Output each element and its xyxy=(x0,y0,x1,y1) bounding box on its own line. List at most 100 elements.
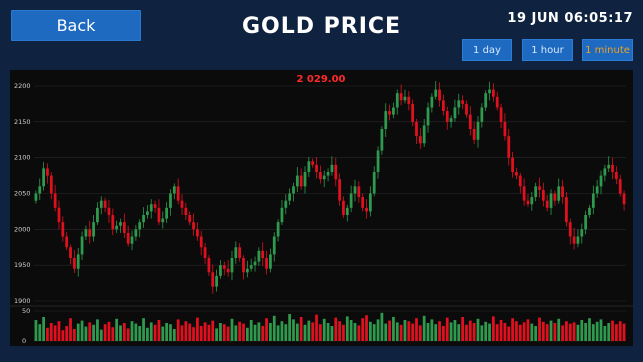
volume-bar xyxy=(80,320,84,341)
volume-bar xyxy=(245,327,249,341)
volume-bar xyxy=(42,317,45,341)
candle-body xyxy=(418,136,422,144)
volume-bar xyxy=(284,324,288,341)
candle-body xyxy=(203,247,207,258)
volume-bar xyxy=(507,326,511,341)
volume-bar xyxy=(65,326,69,341)
candle-body xyxy=(438,89,441,101)
candle-body xyxy=(538,186,541,190)
volume-bar xyxy=(468,320,472,341)
candle-body xyxy=(622,193,626,205)
candle-body xyxy=(372,172,376,194)
volume-bar xyxy=(188,323,192,341)
candle-body xyxy=(96,207,99,223)
volume-bar xyxy=(488,323,491,341)
candle-body xyxy=(461,100,465,104)
volume-bar xyxy=(61,330,65,341)
volume-bar xyxy=(461,317,465,341)
chart-canvas: 1900 1950 2000 2050 2100 2150 2200 0 50 2 029.00 xyxy=(10,74,633,345)
volume-bar xyxy=(472,323,476,341)
candle-body xyxy=(522,186,526,201)
candle-body xyxy=(561,186,564,198)
volume-bar xyxy=(395,322,399,341)
candle-body xyxy=(353,186,357,194)
candle-body xyxy=(618,179,622,194)
volume-bar xyxy=(530,323,534,341)
volume-bar xyxy=(522,322,526,341)
volume-bar xyxy=(126,328,130,341)
candlestick-chart[interactable]: 1900 1950 2000 2050 2100 2150 2200 0 50 2 029.00 xyxy=(10,70,633,346)
candle-body xyxy=(472,129,476,140)
candle-body xyxy=(107,207,111,215)
candle-body xyxy=(84,229,88,237)
candle-body xyxy=(407,96,411,104)
volume-bar xyxy=(365,315,368,341)
candle-body xyxy=(315,164,318,172)
volume-bar xyxy=(211,320,215,341)
volume-bar xyxy=(315,314,318,341)
volume-bar xyxy=(595,321,599,341)
volume-bar xyxy=(534,326,538,341)
volume-bar xyxy=(215,328,218,341)
candle-body xyxy=(146,211,149,215)
volume-bar xyxy=(122,323,126,341)
candle-body xyxy=(157,207,161,223)
volume-bar xyxy=(184,321,188,341)
candle-body xyxy=(495,96,499,108)
volume-bar xyxy=(76,323,80,341)
candle-body xyxy=(230,258,234,273)
volume-bar xyxy=(572,322,576,341)
volume-bar xyxy=(415,318,418,341)
volume-bar xyxy=(307,320,311,341)
candle-body xyxy=(57,207,61,223)
candle-body xyxy=(319,172,322,180)
volume-bar xyxy=(326,323,330,341)
volume-bar xyxy=(557,318,561,341)
volume-bar xyxy=(96,319,99,341)
back-button[interactable]: Back xyxy=(11,10,141,41)
timeframe-1hour-button[interactable]: 1 hour xyxy=(522,39,573,61)
volume-bar xyxy=(195,317,199,341)
candle-body xyxy=(515,172,518,176)
timeframe-1day-button[interactable]: 1 day xyxy=(462,39,512,61)
candle-body xyxy=(480,107,484,122)
volume-bar xyxy=(515,321,518,341)
candle-body xyxy=(380,129,384,151)
volume-bar xyxy=(238,321,242,341)
volume-bar xyxy=(545,324,549,341)
volume-bar xyxy=(576,324,580,341)
volume-bar xyxy=(34,320,38,341)
candle-body xyxy=(457,100,461,108)
candle-body xyxy=(161,218,165,223)
volume-bar xyxy=(603,326,607,341)
volume-bar xyxy=(553,323,557,341)
candle-body xyxy=(122,222,126,233)
volume-bar xyxy=(49,323,53,341)
candle-body xyxy=(465,103,468,115)
volume-tick-label: 0 xyxy=(22,337,26,345)
volume-bar xyxy=(618,321,622,341)
volume-bar xyxy=(411,323,415,341)
volume-bar xyxy=(99,329,103,341)
volume-bar xyxy=(615,324,618,341)
candle-body xyxy=(265,258,268,269)
candle-body xyxy=(415,121,418,137)
volume-bar xyxy=(561,325,564,341)
price-tick-label: 1900 xyxy=(14,297,31,305)
volume-bar xyxy=(146,327,149,341)
candle-body xyxy=(553,193,557,201)
timeframe-1minute-button[interactable]: 1 minute xyxy=(582,39,633,61)
candle-body xyxy=(526,200,530,205)
candle-body xyxy=(153,204,157,208)
volume-bar xyxy=(591,324,595,341)
volume-bar xyxy=(541,321,545,341)
volume-bar xyxy=(319,324,322,341)
candle-body xyxy=(530,197,534,205)
candle-body xyxy=(38,186,42,194)
candle-body xyxy=(65,236,69,248)
volume-bar xyxy=(518,324,522,341)
volume-bar xyxy=(445,317,449,341)
candle-body xyxy=(99,200,103,208)
candle-body xyxy=(449,118,453,122)
volume-bar xyxy=(249,320,253,341)
